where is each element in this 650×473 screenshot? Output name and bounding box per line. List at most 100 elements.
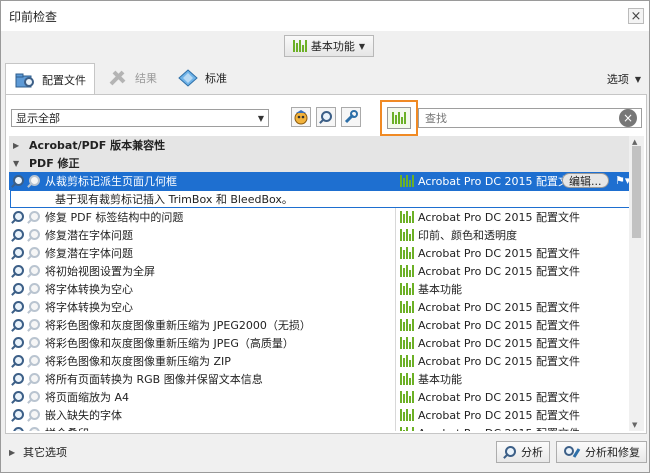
fixup-row[interactable]: 将彩色图像和灰度图像重新压缩为 JPEG（高质量） Acrobat Pro DC …: [9, 334, 631, 352]
bars-icon: [400, 391, 414, 403]
analyze-label: 分析: [521, 446, 543, 459]
wizard-icon: [294, 110, 308, 125]
bars-icon: [400, 265, 414, 277]
row-label: 将彩色图像和灰度图像重新压缩为 JPEG（高质量）: [45, 337, 294, 350]
row-profile-label: Acrobat Pro DC 2015 配置文件: [418, 175, 581, 188]
row-profile-label: Acrobat Pro DC 2015 配置文件: [418, 391, 581, 404]
profile-dropdown[interactable]: 基本功能 ▼: [284, 35, 374, 57]
row-icons: [9, 282, 45, 296]
tools-icon: [109, 70, 126, 86]
chevron-down-icon: ▼: [358, 41, 366, 51]
bars-icon: [400, 283, 414, 295]
footer-bar: ▶ 其它选项 分析 分析和修复: [5, 437, 647, 467]
row-profile: 基本功能: [395, 370, 631, 388]
group-row[interactable]: ▶ Acrobat/PDF 版本兼容性: [9, 136, 631, 154]
row-icons: [9, 390, 45, 404]
row-profile: Acrobat Pro DC 2015 配置文件: [395, 406, 631, 424]
options-menu[interactable]: 选项 ▼: [607, 71, 641, 87]
wrench-icon: [344, 110, 358, 124]
window-title: 印前检查: [9, 9, 58, 24]
vertical-scrollbar[interactable]: ▲ ▼: [629, 136, 644, 431]
tab-results-label: 结果: [135, 72, 157, 85]
selected-row[interactable]: 从裁剪标记派生页面几何框 Acrobat Pro DC 2015 配置文件 编辑…: [9, 172, 631, 190]
search-box: ×: [418, 108, 642, 128]
scroll-down-icon[interactable]: ▼: [632, 421, 637, 429]
row-icons: [9, 246, 45, 260]
clear-icon[interactable]: ×: [619, 109, 637, 127]
search-input[interactable]: [423, 110, 603, 126]
magnifier-icon: [11, 228, 25, 242]
row-profile: 基本功能: [395, 280, 631, 298]
magnifier-icon: [503, 445, 517, 459]
fixup-row[interactable]: 嵌入缺失的字体 Acrobat Pro DC 2015 配置文件: [9, 406, 631, 424]
edit-button[interactable]: 编辑...: [562, 173, 609, 188]
magnifier-icon: [11, 174, 25, 188]
scrollbar-thumb[interactable]: [632, 146, 641, 238]
tab-standards[interactable]: 标准: [169, 63, 235, 93]
profile-label: 基本功能: [310, 40, 355, 53]
profile-bars-icon: [292, 40, 307, 52]
magnifier-icon: [11, 264, 25, 278]
bars-icon: [400, 229, 414, 241]
row-icons: [9, 408, 45, 422]
row-icons: [9, 336, 45, 350]
fixup-row[interactable]: 将彩色图像和灰度图像重新压缩为 ZIP Acrobat Pro DC 2015 配…: [9, 352, 631, 370]
triangle-down-icon: ▼: [13, 158, 20, 168]
magnifier-icon: [11, 300, 25, 314]
wizard-button[interactable]: [291, 107, 311, 127]
magnifier-faint-icon: [27, 372, 41, 386]
fixup-row[interactable]: 将字体转换为空心 基本功能: [9, 280, 631, 298]
group-row[interactable]: ▼ PDF 修正: [9, 154, 631, 172]
row-profile-label: Acrobat Pro DC 2015 配置文件: [418, 355, 581, 368]
tab-results[interactable]: 结果: [99, 63, 165, 93]
analyze-button[interactable]: 分析: [496, 441, 550, 463]
bars-icon: [400, 355, 414, 367]
fixup-row[interactable]: 修复潜在字体问题 Acrobat Pro DC 2015 配置文件: [9, 244, 631, 262]
row-profile-label: Acrobat Pro DC 2015 配置文件: [418, 319, 581, 332]
fixup-row[interactable]: 将初始视图设置为全屏 Acrobat Pro DC 2015 配置文件: [9, 262, 631, 280]
magnifier-faint-icon: [27, 318, 41, 332]
fixup-row[interactable]: 将字体转换为空心 Acrobat Pro DC 2015 配置文件: [9, 298, 631, 316]
row-profile: Acrobat Pro DC 2015 配置文件: [395, 316, 631, 334]
scroll-up-icon[interactable]: ▲: [632, 138, 637, 146]
fixup-row[interactable]: 修复 PDF 标签结构中的问题 Acrobat Pro DC 2015 配置文件: [9, 208, 631, 226]
row-icons: [9, 174, 45, 188]
row-profile: Acrobat Pro DC 2015 配置文件: [395, 424, 631, 431]
magnifier-icon: [11, 282, 25, 296]
diamond-icon: [178, 69, 198, 87]
fixup-row[interactable]: 将彩色图像和灰度图像重新压缩为 JPEG2000（无损） Acrobat Pro …: [9, 316, 631, 334]
row-profile-label: 基本功能: [418, 283, 462, 296]
bars-icon: [400, 337, 414, 349]
more-options-toggle[interactable]: ▶ 其它选项: [5, 444, 67, 460]
analyze-fix-button[interactable]: 分析和修复: [556, 441, 647, 463]
row-label: 将彩色图像和灰度图像重新压缩为 ZIP: [45, 355, 231, 368]
profile-filter-toggle[interactable]: [380, 100, 418, 136]
fixup-row[interactable]: 将页面缩放为 A4 Acrobat Pro DC 2015 配置文件: [9, 388, 631, 406]
fixup-row[interactable]: 将所有页面转换为 RGB 图像并保留文本信息 基本功能: [9, 370, 631, 388]
filter-select[interactable]: 显示全部 ▼: [11, 109, 269, 127]
magnifier-icon: [11, 408, 25, 422]
bars-icon: [400, 301, 414, 313]
bars-icon: [400, 319, 414, 331]
profiles-panel: 显示全部 ▼ × ▶ Acrobat/PDF 版本兼容性: [5, 94, 647, 434]
row-label: 从裁剪标记派生页面几何框: [45, 175, 177, 188]
fix-button[interactable]: [341, 107, 361, 127]
fixup-row[interactable]: 修复潜在字体问题 印前、颜色和透明度: [9, 226, 631, 244]
group-label: PDF 修正: [29, 157, 80, 170]
magnifier-faint-icon: [27, 264, 41, 278]
fixup-row[interactable]: 拼合叠印 Acrobat Pro DC 2015 配置文件: [9, 424, 631, 431]
bars-icon: [400, 409, 414, 421]
chevron-down-icon: ▼: [634, 74, 641, 84]
magnifier-faint-icon: [27, 228, 41, 242]
inspect-button[interactable]: [316, 107, 336, 127]
magnifier-faint-icon: [27, 354, 41, 368]
row-profile-label: 印前、颜色和透明度: [418, 229, 517, 242]
tab-profiles-label: 配置文件: [42, 73, 86, 87]
magnifier-faint-icon: [27, 210, 41, 224]
magnifier-faint-icon: [27, 246, 41, 260]
tab-profiles[interactable]: 配置文件: [5, 63, 95, 95]
close-button[interactable]: ×: [628, 8, 644, 24]
magnifier-icon: [11, 354, 25, 368]
row-icons: [9, 318, 45, 332]
row-profile-label: 基本功能: [418, 373, 462, 386]
